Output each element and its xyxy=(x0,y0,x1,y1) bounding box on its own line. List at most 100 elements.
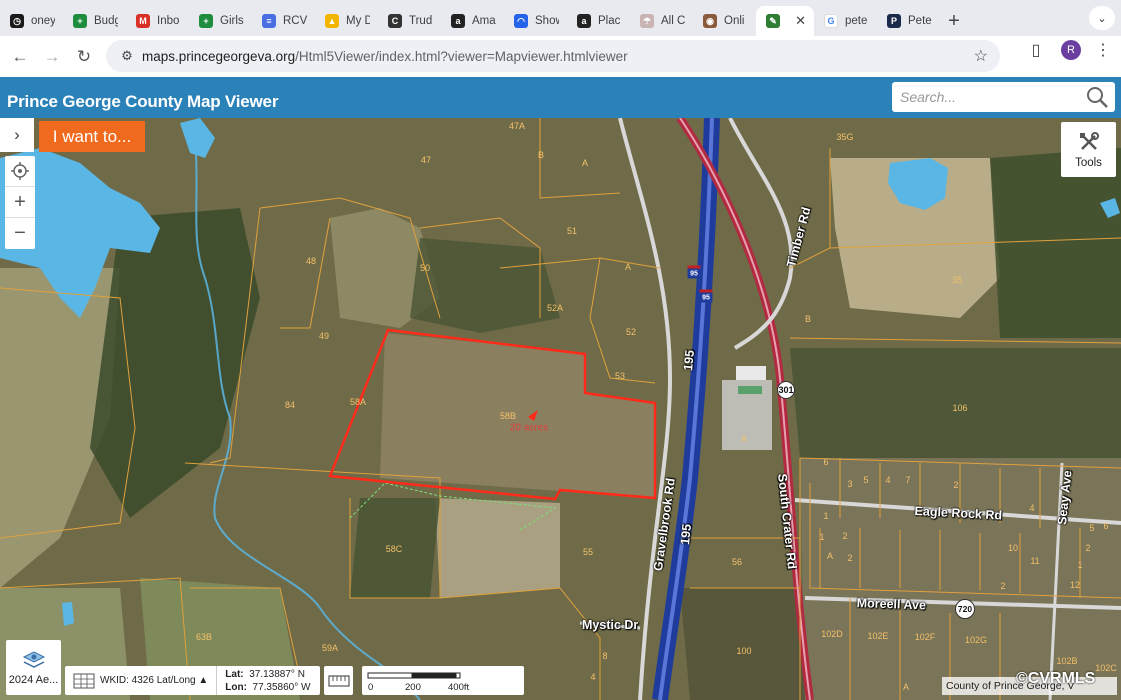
parcel-number-label: 6 xyxy=(1103,521,1109,531)
parcel-number-label: 4 xyxy=(1029,503,1035,513)
projection-selector[interactable]: WKID: 4326 Lat/Long ▲ xyxy=(65,666,218,695)
i-want-to-button[interactable]: I want to... xyxy=(39,121,145,152)
site-info-icon[interactable]: ⚙ xyxy=(112,48,142,64)
parcel-number-label: 4 xyxy=(885,475,891,485)
road-label-moreell: Moreell Ave xyxy=(856,596,927,613)
parcel-number-label: 58B xyxy=(499,411,517,421)
browser-tab[interactable]: ▲ My D xyxy=(315,6,378,36)
zoom-in-button[interactable]: + xyxy=(5,187,35,218)
parcel-number-label: 12 xyxy=(1069,580,1081,590)
browser-tab[interactable]: ◉ Onli xyxy=(693,6,756,36)
browser-tab[interactable]: M Inbo xyxy=(126,6,189,36)
tab-title: My D xyxy=(346,15,370,27)
tab-title: Show xyxy=(535,15,559,27)
clock-app-icon: ◷ xyxy=(10,14,24,28)
crosshair-icon xyxy=(11,162,29,180)
tab-title: Girls xyxy=(220,15,244,27)
parcel-number-label: 2 xyxy=(1085,543,1091,553)
tab-title: Pete xyxy=(908,15,932,27)
browser-tab[interactable]: Gpete xyxy=(814,6,877,36)
tab-title: oney xyxy=(31,15,55,27)
map-canvas[interactable]: 47A 47 B A 35G 48 51 50 A 52A 52 49 53 B 58A 58B 84 106 A 3… xyxy=(0,118,1121,700)
scale-tick-400: 400ft xyxy=(448,682,470,693)
basemap-switcher[interactable]: 2024 Ae... xyxy=(6,640,61,695)
new-tab-button[interactable]: + xyxy=(940,6,968,36)
parcel-number-label: 84 xyxy=(284,400,296,410)
reload-button[interactable]: ↻ xyxy=(68,41,100,73)
lat-lon-display: Lat: 37.13887° N Lon: 77.35860° W xyxy=(225,668,311,693)
forward-button[interactable]: → xyxy=(36,41,68,73)
umbrella-icon: ☂ xyxy=(640,14,654,28)
tab-search-menu[interactable]: ⌄ xyxy=(1089,6,1115,30)
parcel-number-label: 52 xyxy=(625,327,637,337)
parcel-number-label: B xyxy=(537,150,545,160)
parcel-number-label: 47 xyxy=(420,155,432,165)
latitude-value: 37.13887° N xyxy=(249,668,305,680)
parcel-number-label: 50 xyxy=(419,263,431,273)
road-label-i95: 195 xyxy=(678,523,695,546)
scale-bar-graphic xyxy=(367,672,461,679)
tools-button[interactable]: Tools xyxy=(1061,122,1116,177)
showing-icon: ◠ xyxy=(514,14,528,28)
basemap-layers-icon xyxy=(22,651,45,668)
browser-tab[interactable]: C Trud xyxy=(378,6,441,36)
coordinate-readout: WKID: 4326 Lat/Long ▲ Lat: 37.13887° N L… xyxy=(65,666,320,695)
zoom-out-button[interactable]: − xyxy=(5,218,35,249)
measure-button[interactable] xyxy=(324,666,353,695)
profile-avatar[interactable]: R xyxy=(1061,40,1081,60)
browser-tab[interactable]: + Budg xyxy=(63,6,126,36)
browser-menu-icon[interactable]: ⋮ xyxy=(1095,40,1111,60)
browser-tab[interactable]: ◷ oney xyxy=(0,6,63,36)
zoom-controls: + − xyxy=(5,156,35,249)
sheets-icon: + xyxy=(73,14,87,28)
tab-title: RCV xyxy=(283,15,307,27)
browser-tab[interactable]: + Girls xyxy=(189,6,252,36)
tab-title: pete xyxy=(845,15,868,27)
browser-tab[interactable]: ☂ All C xyxy=(630,6,693,36)
address-bar[interactable]: ⚙ maps.princegeorgeva.org/Html5Viewer/in… xyxy=(106,40,1000,72)
bookmark-star-icon[interactable]: ☆ xyxy=(974,46,988,66)
close-tab-icon[interactable]: ✕ xyxy=(795,13,806,29)
search-input[interactable] xyxy=(892,83,1077,111)
search-icon[interactable] xyxy=(1085,85,1109,109)
parcel-number-label: 55 xyxy=(582,547,594,557)
browser-tab[interactable]: ✎ I ✕ xyxy=(756,6,814,36)
locate-button[interactable] xyxy=(5,156,35,187)
mls-watermark: ©CVRMLS xyxy=(1016,670,1096,687)
parcel-number-label: 48 xyxy=(305,256,317,266)
tools-label: Tools xyxy=(1075,156,1102,169)
parcel-number-label: 3 xyxy=(847,479,853,489)
extensions-icon[interactable]: ▯ xyxy=(1025,40,1047,60)
parcel-number-label: 6 xyxy=(823,457,829,467)
expand-panel-button[interactable]: › xyxy=(0,118,34,152)
parcel-number-label: 1 xyxy=(823,511,829,521)
parcel-number-label: A xyxy=(740,434,748,444)
parcel-number-label: 2 xyxy=(842,531,848,541)
seal-icon: ◉ xyxy=(703,14,717,28)
browser-tab[interactable]: ≡ RCV xyxy=(252,6,315,36)
browser-tab[interactable]: ◠ Show xyxy=(504,6,567,36)
parcel-number-label: 102E xyxy=(867,631,889,641)
tab-title: Inbo xyxy=(157,15,180,27)
sheets-icon: + xyxy=(199,14,213,28)
tab-title: I xyxy=(787,15,788,27)
parcel-number-label: 2 xyxy=(1000,581,1006,591)
browser-tab[interactable]: a Ama xyxy=(441,6,504,36)
projection-grid-icon xyxy=(73,673,95,688)
parcel-number-label: A xyxy=(826,551,834,561)
parcel-number-label: 63B xyxy=(195,632,213,642)
app-title: Prince George County Map Viewer xyxy=(7,92,279,111)
wkid-label: WKID: 4326 Lat/Long ▲ xyxy=(100,675,209,686)
parcel-number-label: 102D xyxy=(821,629,843,639)
parcel-number-label: 2 xyxy=(953,480,959,490)
scale-tick-0: 0 xyxy=(368,682,374,693)
parcel-number-label: 100 xyxy=(736,646,752,656)
back-button[interactable]: ← xyxy=(4,41,36,73)
parcel-number-label: 5 xyxy=(1089,523,1095,533)
parcel-number-label: 35G xyxy=(836,132,854,142)
ruler-icon xyxy=(327,674,350,687)
browser-tab[interactable]: P Pete xyxy=(877,6,940,36)
parcel-number-label: 5 xyxy=(863,475,869,485)
browser-tab[interactable]: a Plac xyxy=(567,6,630,36)
parcel-number-label: 7 xyxy=(905,475,911,485)
